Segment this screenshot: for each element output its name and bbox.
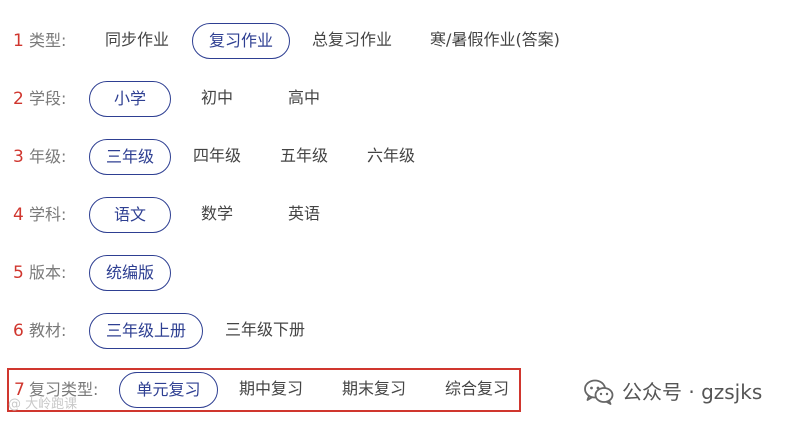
filter-row-textbook: 6 教材: 三年级上册 三年级下册 [0, 311, 800, 351]
wechat-account-watermark: 公众号 · gzsjks [584, 375, 762, 409]
filter-label: 版本: [29, 263, 67, 282]
filter-number: 3 [13, 147, 24, 167]
option-holiday-homework[interactable]: 寒/暑假作业(答案) [422, 23, 568, 59]
filter-label: 教材: [29, 321, 67, 340]
filter-number: 6 [13, 321, 24, 341]
option-math[interactable]: 数学 [183, 197, 251, 233]
option-english[interactable]: 英语 [270, 197, 338, 233]
option-review-homework[interactable]: 复习作业 [192, 23, 290, 59]
filter-label: 学段: [29, 89, 67, 108]
wechat-icon [584, 379, 614, 405]
option-unified-edition[interactable]: 统编版 [89, 255, 171, 291]
option-grade-5[interactable]: 五年级 [270, 139, 338, 175]
option-chinese[interactable]: 语文 [89, 197, 171, 233]
option-grade-3-volume-2[interactable]: 三年级下册 [214, 313, 316, 349]
option-grade-4[interactable]: 四年级 [183, 139, 251, 175]
option-general-review-homework[interactable]: 总复习作业 [302, 23, 402, 59]
option-unit-review[interactable]: 单元复习 [119, 372, 218, 408]
filter-row-subject: 4 学科: 语文 数学 英语 [0, 195, 800, 235]
option-comprehensive-review[interactable]: 综合复习 [435, 372, 519, 408]
option-grade-6[interactable]: 六年级 [357, 139, 425, 175]
filter-row-type: 1 类型: 同步作业 复习作业 总复习作业 寒/暑假作业(答案) [0, 21, 800, 61]
filter-panel: 1 类型: 同步作业 复习作业 总复习作业 寒/暑假作业(答案) 2 学段: 小… [0, 0, 800, 423]
option-primary-school[interactable]: 小学 [89, 81, 171, 117]
filter-number: 1 [13, 31, 24, 51]
filter-row-grade: 3 年级: 三年级 四年级 五年级 六年级 [0, 137, 800, 177]
watermark-left: @ 大岭跑课 [8, 397, 78, 412]
filter-row-edition: 5 版本: 统编版 [0, 253, 800, 293]
filter-number: 4 [13, 205, 24, 225]
option-senior-high[interactable]: 高中 [270, 81, 338, 117]
option-grade-3-volume-1[interactable]: 三年级上册 [89, 313, 203, 349]
option-grade-3[interactable]: 三年级 [89, 139, 171, 175]
filter-number: 2 [13, 89, 24, 109]
option-midterm-review[interactable]: 期中复习 [229, 372, 313, 408]
option-final-review[interactable]: 期末复习 [332, 372, 416, 408]
option-sync-homework[interactable]: 同步作业 [94, 23, 180, 59]
filter-label: 年级: [29, 147, 67, 166]
filter-label: 类型: [29, 31, 67, 50]
filter-row-stage: 2 学段: 小学 初中 高中 [0, 79, 800, 119]
wechat-account-name: 公众号 · gzsjks [622, 380, 763, 404]
option-junior-high[interactable]: 初中 [183, 81, 251, 117]
filter-number: 5 [13, 263, 24, 283]
filter-label: 学科: [29, 205, 67, 224]
